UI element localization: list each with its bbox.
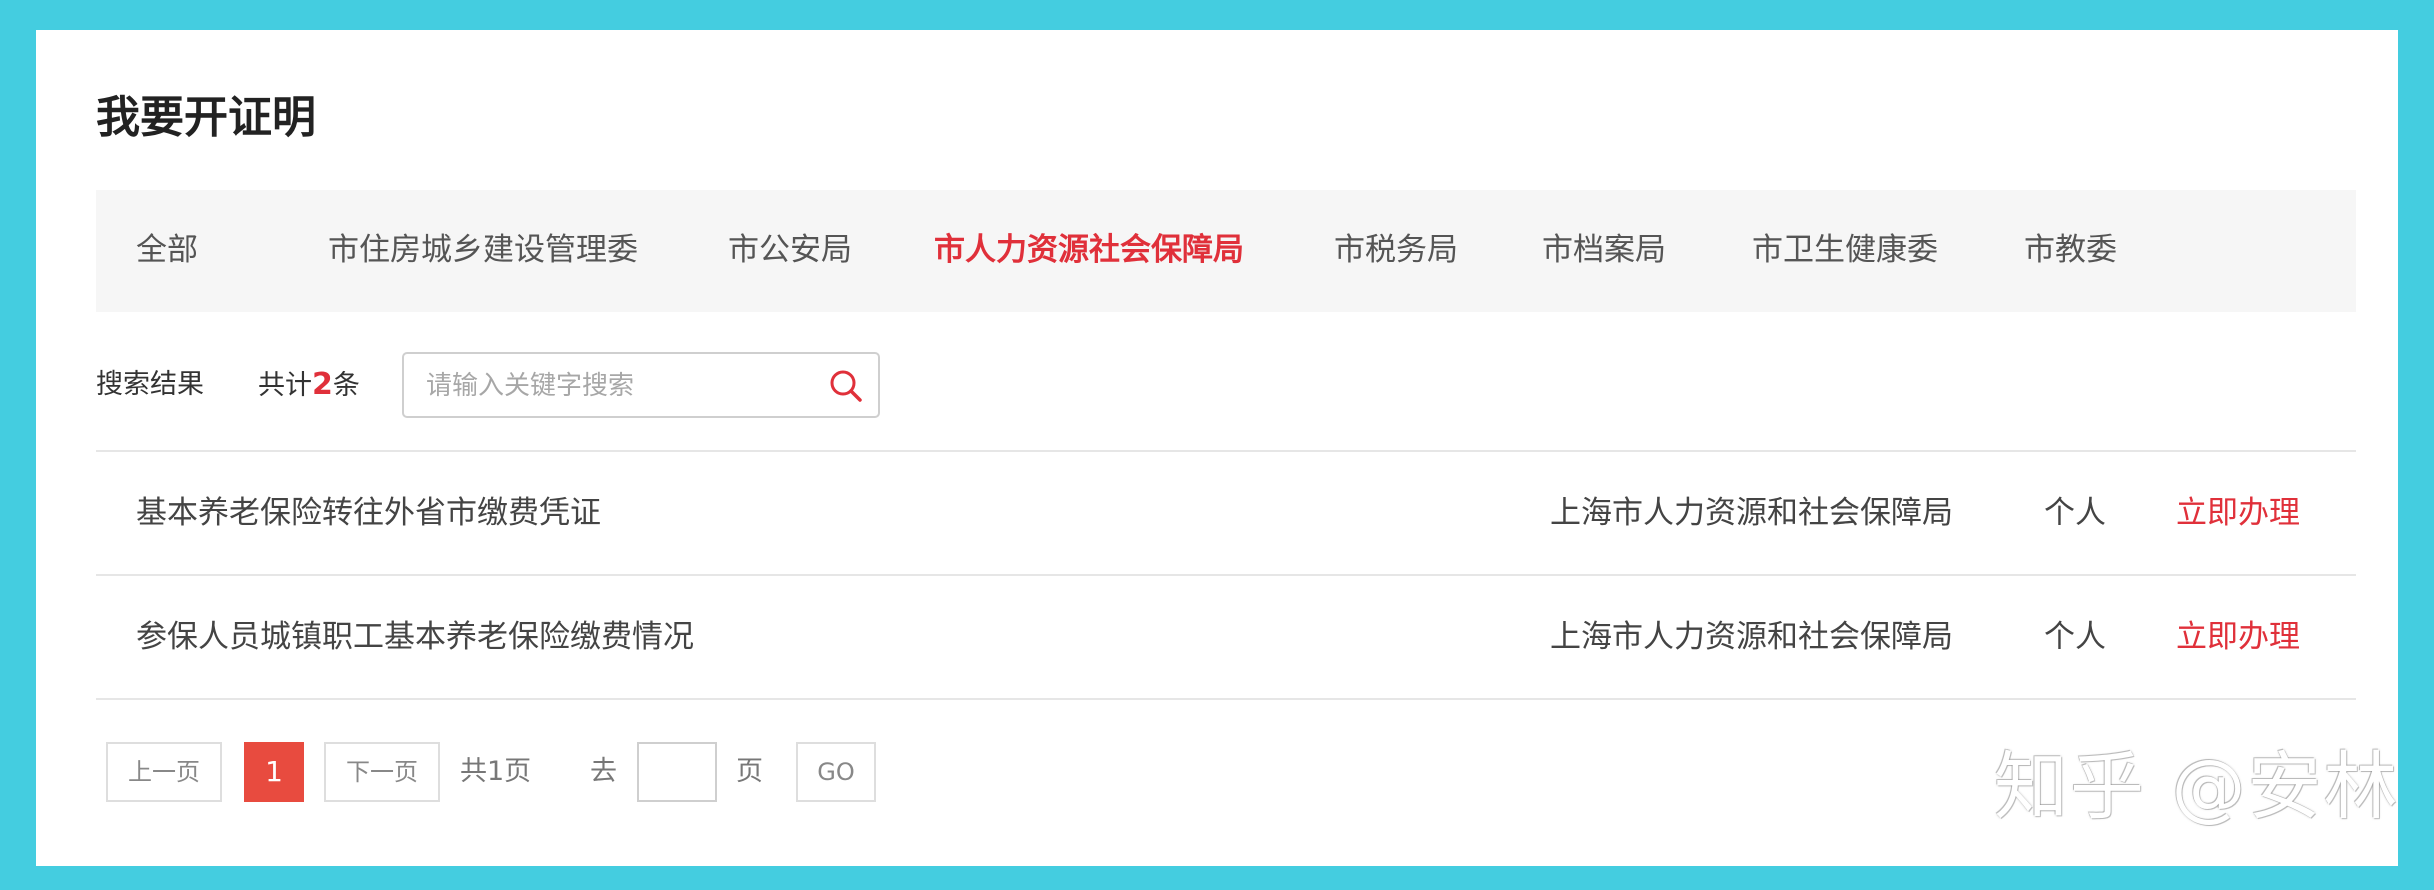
apply-now-link[interactable]: 立即办理 <box>2176 492 2300 534</box>
item-type: 个人 <box>2044 495 2106 531</box>
tab-hr-social-security[interactable]: 市人力资源社会保障局 <box>934 230 1244 270</box>
list-item: 参保人员城镇职工基本养老保险缴费情况 上海市人力资源和社会保障局 个人 立即办理 <box>96 574 2356 700</box>
item-department: 上海市人力资源和社会保障局 <box>1550 619 1953 655</box>
total-pages-text: 共1页 <box>460 756 532 787</box>
pagination: 上一页 1 下一页 共1页 去 页 GO <box>106 742 1106 804</box>
search-box <box>402 352 880 418</box>
search-row: 搜索结果 共计2条 <box>96 352 996 418</box>
search-input[interactable] <box>424 364 808 408</box>
goto-label: 去 <box>590 756 617 787</box>
item-name[interactable]: 参保人员城镇职工基本养老保险缴费情况 <box>136 616 694 658</box>
result-list: 基本养老保险转往外省市缴费凭证 上海市人力资源和社会保障局 个人 立即办理 参保… <box>96 450 2356 700</box>
tab-education[interactable]: 市教委 <box>2024 230 2117 270</box>
prev-page-button[interactable]: 上一页 <box>106 742 222 802</box>
current-page-button[interactable]: 1 <box>244 742 304 802</box>
count-number: 2 <box>312 367 333 402</box>
tab-police[interactable]: 市公安局 <box>728 230 852 270</box>
count-suffix: 条 <box>332 370 360 401</box>
tab-housing[interactable]: 市住房城乡建设管理委 <box>328 230 638 270</box>
tab-health[interactable]: 市卫生健康委 <box>1752 230 1938 270</box>
tab-all[interactable]: 全部 <box>136 230 198 270</box>
list-item: 基本养老保险转往外省市缴费凭证 上海市人力资源和社会保障局 个人 立即办理 <box>96 450 2356 574</box>
zhihu-watermark: 知乎 @安林 <box>1994 744 2400 830</box>
page-unit-label: 页 <box>736 756 763 787</box>
search-icon[interactable] <box>828 368 864 404</box>
go-button[interactable]: GO <box>796 742 876 802</box>
page-number-input[interactable] <box>637 742 717 802</box>
apply-now-link[interactable]: 立即办理 <box>2176 616 2300 658</box>
item-name[interactable]: 基本养老保险转往外省市缴费凭证 <box>136 492 601 534</box>
department-tabs: 全部 市住房城乡建设管理委 市公安局 市人力资源社会保障局 市税务局 市档案局 … <box>96 190 2356 312</box>
item-type: 个人 <box>2044 619 2106 655</box>
search-result-label: 搜索结果 <box>96 369 204 400</box>
next-page-button[interactable]: 下一页 <box>324 742 440 802</box>
result-count: 共计2条 <box>258 366 360 405</box>
tab-tax[interactable]: 市税务局 <box>1334 230 1458 270</box>
item-department: 上海市人力资源和社会保障局 <box>1550 495 1953 531</box>
tab-archives[interactable]: 市档案局 <box>1542 230 1666 270</box>
count-prefix: 共计 <box>258 370 312 401</box>
page-title: 我要开证明 <box>96 92 316 143</box>
main-card: 我要开证明 全部 市住房城乡建设管理委 市公安局 市人力资源社会保障局 市税务局… <box>36 30 2398 866</box>
